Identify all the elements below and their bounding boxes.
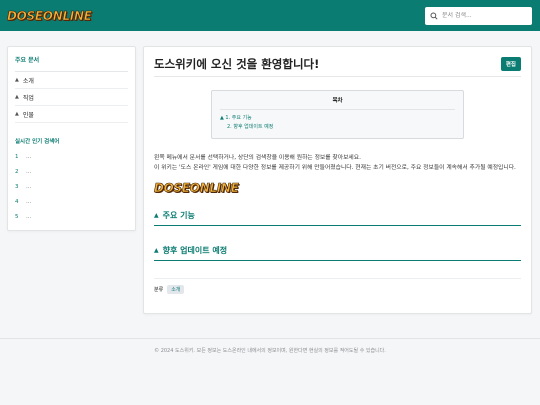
category-row: 분류 소개 bbox=[154, 278, 521, 294]
section-heading-updates[interactable]: ▲ 향후 업데이트 예정 bbox=[154, 245, 521, 261]
triangle-up-icon: ▲ bbox=[154, 247, 159, 254]
main-content: 도스위키에 오신 것을 환영합니다! 편집 목차 ▲ 1. 주요 기능 2. 향… bbox=[143, 46, 532, 314]
sidebar-item-jobs[interactable]: ▲ 직업 bbox=[15, 89, 128, 106]
toc-link-updates[interactable]: 2. 향후 업데이트 예정 bbox=[220, 123, 455, 132]
triangle-up-icon: ▲ bbox=[15, 77, 19, 83]
search-input[interactable] bbox=[442, 12, 524, 19]
triangle-up-icon: ▲ bbox=[154, 212, 159, 219]
section-title: 향후 업데이트 예정 bbox=[162, 246, 228, 255]
toc-link-features[interactable]: ▲ 1. 주요 기능 bbox=[220, 114, 455, 123]
sidebar-item-label: 소개 bbox=[22, 77, 34, 85]
popular-item[interactable]: 4... bbox=[15, 194, 128, 209]
footer: © 2024 도스위키. 모든 정보는 도스온라인 내에서의 정보이며, 원한다… bbox=[0, 338, 540, 354]
section-heading-features[interactable]: ▲ 주요 기능 bbox=[154, 210, 521, 226]
popular-item[interactable]: 3... bbox=[15, 179, 128, 194]
edit-button[interactable]: 편집 bbox=[500, 57, 521, 71]
category-label: 분류 bbox=[154, 287, 164, 293]
title-row: 도스위키에 오신 것을 환영합니다! 편집 bbox=[154, 56, 521, 77]
sidebar-item-label: 직업 bbox=[22, 94, 34, 102]
rank-number: 4 bbox=[15, 198, 19, 205]
game-logo-image: DOSEONLINE bbox=[154, 180, 240, 195]
section-title: 주요 기능 bbox=[162, 211, 195, 220]
search-box[interactable] bbox=[425, 6, 532, 25]
intro-line: 왼쪽 메뉴에서 문서를 선택하거나, 상단의 검색창을 이용해 원하는 정보를 … bbox=[154, 155, 361, 161]
site-logo[interactable]: DOSEONLINE bbox=[7, 8, 93, 23]
table-of-contents: 목차 ▲ 1. 주요 기능 2. 향후 업데이트 예정 bbox=[211, 90, 464, 139]
sidebar-item-intro[interactable]: ▲ 소개 bbox=[15, 72, 128, 89]
rank-number: 3 bbox=[15, 183, 19, 190]
popular-term: ... bbox=[26, 183, 32, 190]
popular-item[interactable]: 2... bbox=[15, 164, 128, 179]
top-header: DOSEONLINE bbox=[0, 0, 540, 31]
intro-line: 이 위키는 '도스 온라인' 게임에 대한 다양한 정보를 제공하기 위해 만들… bbox=[154, 165, 516, 171]
search-icon bbox=[430, 11, 438, 20]
sidebar-item-characters[interactable]: ▲ 인물 bbox=[15, 106, 128, 123]
sidebar-title: 주요 문서 bbox=[15, 55, 128, 72]
popular-term: ... bbox=[26, 153, 32, 160]
rank-number: 5 bbox=[15, 213, 19, 220]
triangle-up-icon: ▲ bbox=[15, 94, 19, 100]
sidebar-item-label: 인물 bbox=[22, 111, 34, 119]
intro-text: 왼쪽 메뉴에서 문서를 선택하거나, 상단의 검색창을 이용해 원하는 정보를 … bbox=[154, 153, 521, 173]
triangle-up-icon: ▲ bbox=[15, 111, 19, 117]
popular-item[interactable]: 1... bbox=[15, 149, 128, 164]
toc-title: 목차 bbox=[220, 96, 455, 110]
rank-number: 1 bbox=[15, 153, 19, 160]
popular-term: ... bbox=[26, 198, 32, 205]
rank-number: 2 bbox=[15, 168, 19, 175]
category-tag[interactable]: 소개 bbox=[167, 285, 185, 294]
popular-item[interactable]: 5... bbox=[15, 209, 128, 224]
popular-term: ... bbox=[26, 213, 32, 220]
popular-term: ... bbox=[26, 168, 32, 175]
footer-text: © 2024 도스위키. 모든 정보는 도스온라인 내에서의 정보이며, 원한다… bbox=[154, 348, 386, 354]
popular-title: 실시간 인기 검색어 bbox=[15, 139, 60, 145]
page-title: 도스위키에 오신 것을 환영합니다! bbox=[154, 57, 320, 71]
sidebar: 주요 문서 ▲ 소개 ▲ 직업 ▲ 인물 실시간 인기 검색어 1... 2..… bbox=[7, 46, 136, 231]
